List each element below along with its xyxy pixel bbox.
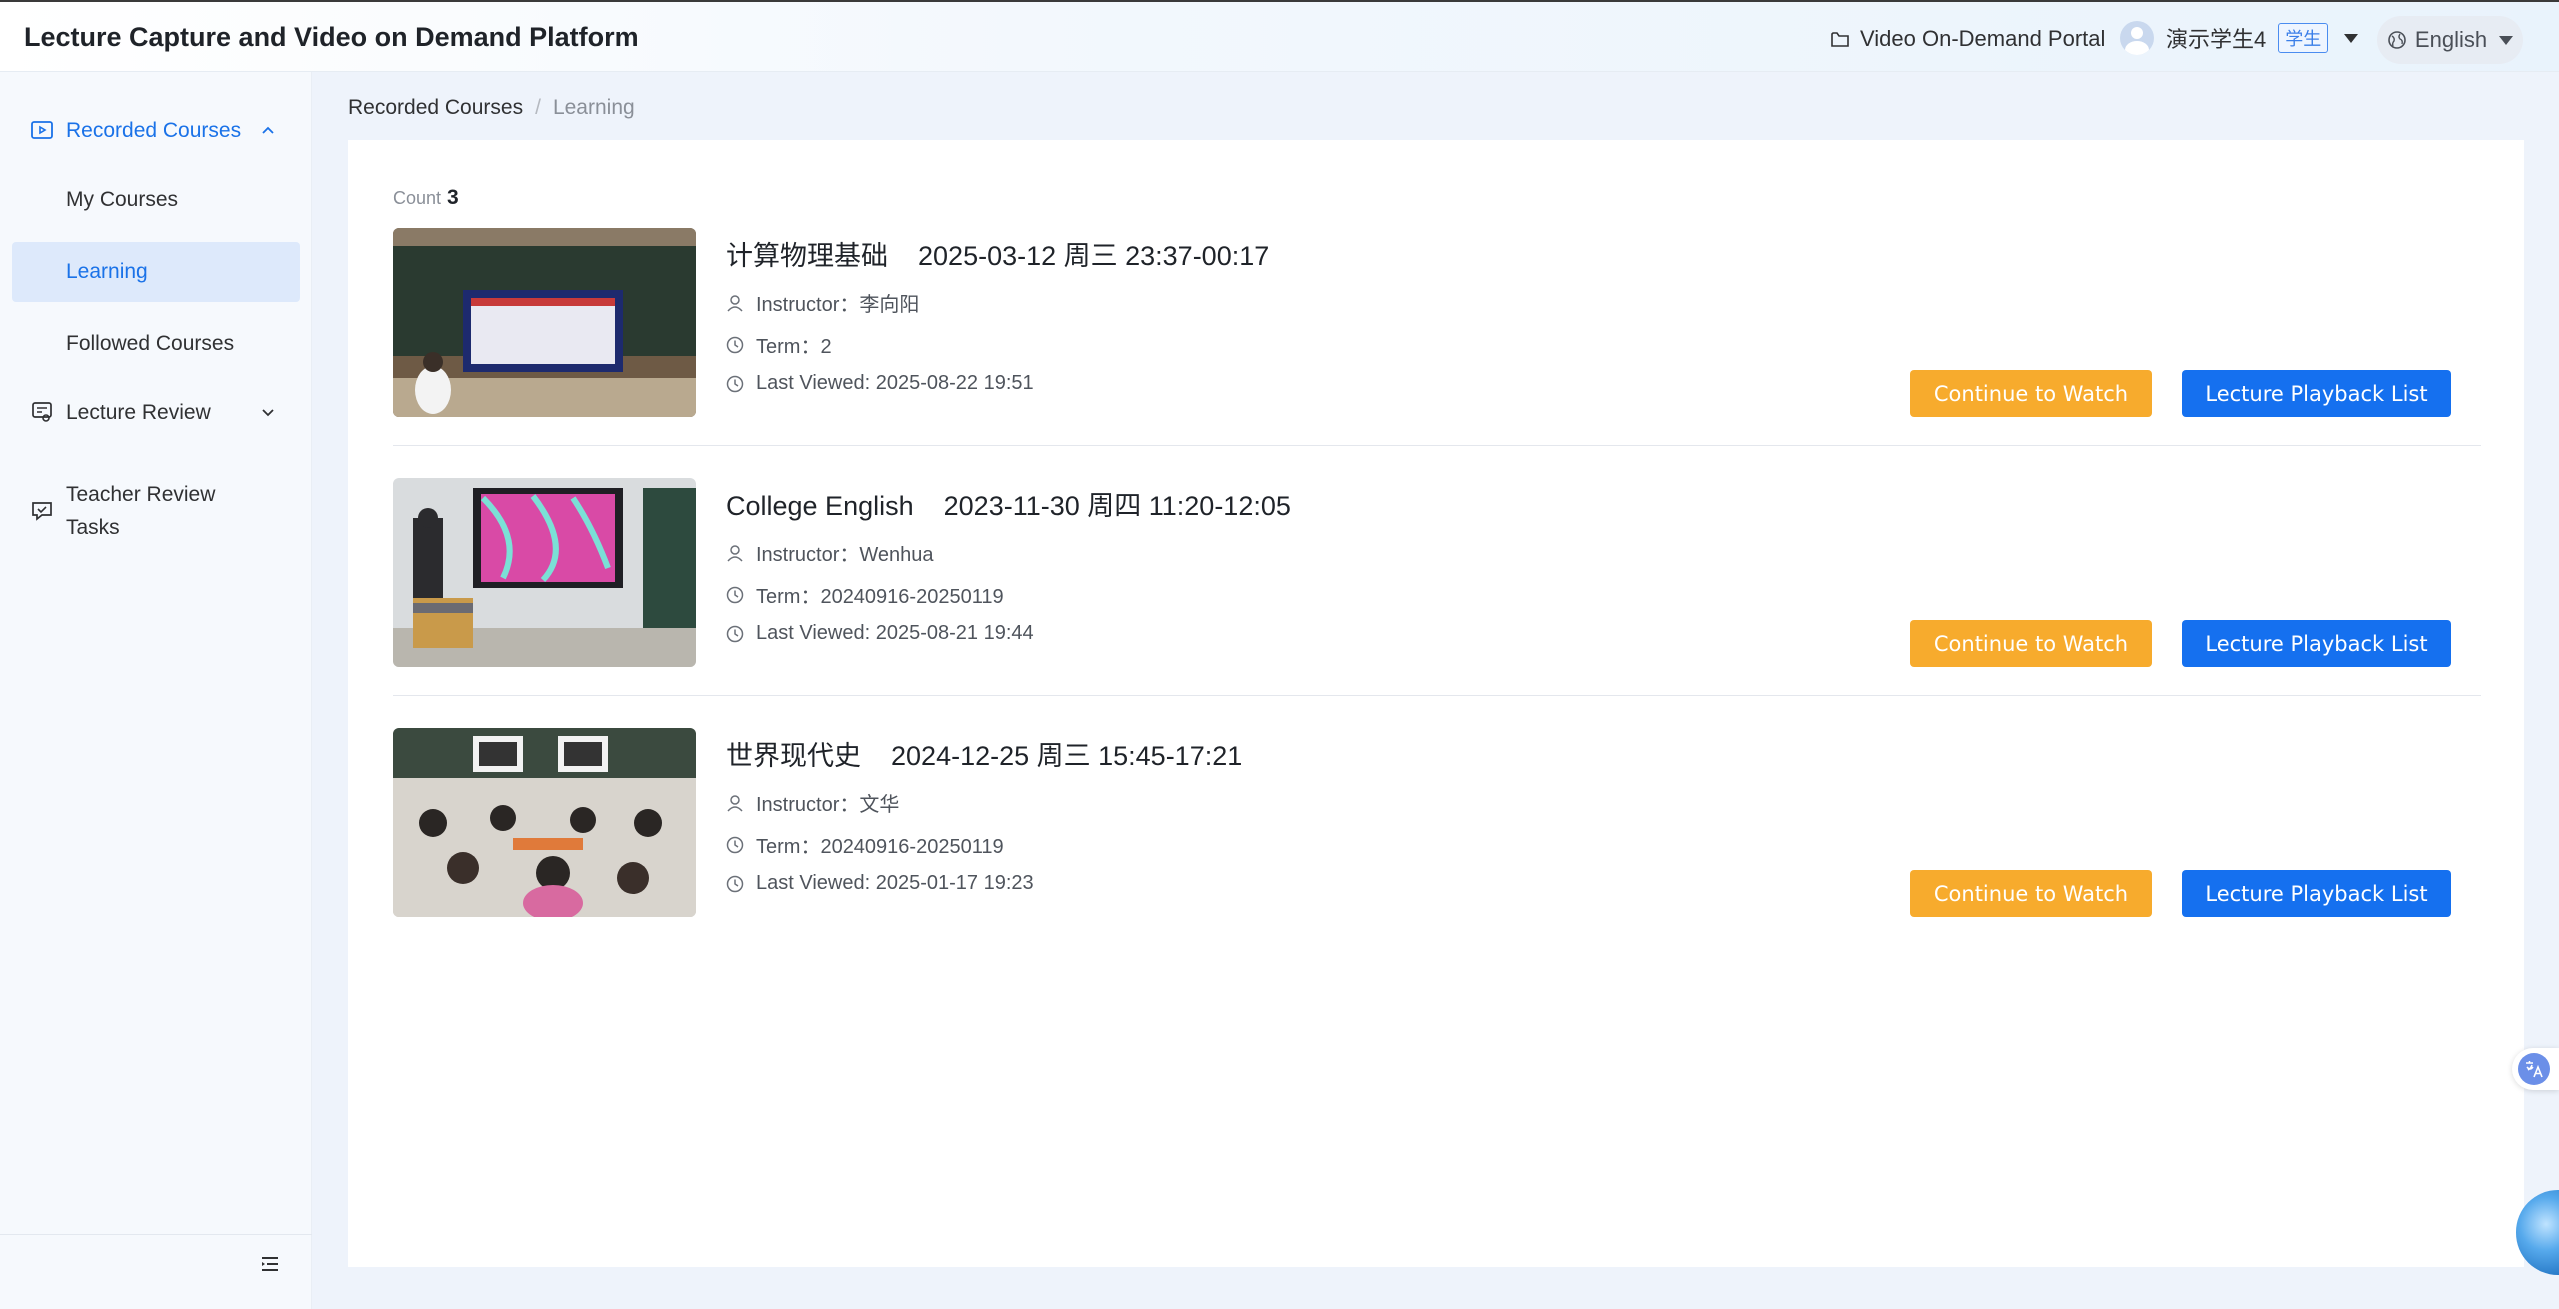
- breadcrumb-separator: /: [535, 96, 541, 119]
- course-last-viewed: Last Viewed: 2025-08-21 19:44: [726, 622, 1034, 645]
- course-thumbnail[interactable]: [393, 228, 696, 417]
- breadcrumb-root[interactable]: Recorded Courses: [348, 96, 523, 120]
- sidebar-group-lecture-review[interactable]: Lecture Review: [0, 382, 312, 442]
- sidebar-item-followed-courses[interactable]: Followed Courses: [12, 314, 300, 374]
- instructor-text: Instructor：Wenhua: [756, 544, 934, 566]
- sidebar-group-recorded-courses[interactable]: Recorded Courses: [0, 100, 312, 160]
- sidebar-item-label: Learning: [66, 260, 148, 283]
- menu-collapse-icon[interactable]: [258, 1252, 282, 1276]
- term-text: Term：20240916-20250119: [756, 836, 1004, 858]
- sidebar-group-label: Recorded Courses: [66, 118, 242, 142]
- term-text: Term：2: [756, 336, 832, 358]
- course-last-viewed: Last Viewed: 2025-08-22 19:51: [726, 372, 1034, 395]
- globe-icon: [2388, 31, 2406, 49]
- clock-icon: [726, 875, 744, 892]
- top-header: Lecture Capture and Video on Demand Plat…: [0, 0, 2559, 72]
- clock-icon: [726, 625, 744, 642]
- course-instructor: Instructor：李向阳: [726, 288, 919, 317]
- user-icon: [727, 794, 743, 812]
- term-text: Term：20240916-20250119: [756, 586, 1004, 608]
- course-instructor: Instructor：文华: [726, 788, 899, 817]
- chevron-up-icon: [262, 126, 274, 134]
- sidebar-item-learning[interactable]: Learning: [12, 242, 300, 302]
- course-count: Count 3: [393, 186, 459, 210]
- sidebar-item-label: My Courses: [66, 188, 179, 211]
- sidebar-group-label: Lecture Review: [66, 400, 211, 424]
- lecture-playback-list-button[interactable]: Lecture Playback List: [2182, 870, 2451, 917]
- course-thumbnail[interactable]: [393, 728, 696, 917]
- course-name: College English: [726, 491, 914, 521]
- clock-icon: [726, 336, 744, 353]
- course-datetime: 2024-12-25 周三 15:45-17:21: [891, 741, 1243, 771]
- course-last-viewed: Last Viewed: 2025-01-17 19:23: [726, 872, 1034, 895]
- clock-icon: [726, 586, 744, 603]
- user-icon: [727, 294, 743, 312]
- continue-watch-button[interactable]: Continue to Watch: [1910, 620, 2152, 667]
- video-icon: [31, 121, 53, 139]
- user-menu[interactable]: 演示学生4 学生: [2120, 20, 2359, 56]
- course-datetime: 2025-03-12 周三 23:37-00:17: [918, 241, 1270, 271]
- language-selector[interactable]: English: [2377, 16, 2523, 64]
- clock-icon: [726, 375, 744, 392]
- course-datetime: 2023-11-30 周四 11:20-12:05: [943, 491, 1291, 521]
- task-chat-icon: [32, 502, 52, 521]
- instructor-text: Instructor：李向阳: [756, 294, 920, 316]
- course-title[interactable]: College English 2023-11-30 周四 11:20-12:0…: [726, 484, 1291, 523]
- translate-widget[interactable]: [2512, 1048, 2559, 1090]
- sidebar-divider: [0, 1234, 312, 1235]
- instructor-text: Instructor：文华: [756, 794, 900, 816]
- lecture-playback-list-button[interactable]: Lecture Playback List: [2182, 370, 2451, 417]
- last-viewed-text: Last Viewed: 2025-08-22 19:51: [756, 372, 1034, 394]
- role-badge: 学生: [2278, 23, 2329, 53]
- sidebar-group-teacher-review-tasks[interactable]: Teacher Review Tasks: [0, 476, 312, 546]
- course-title[interactable]: 世界现代史 2024-12-25 周三 15:45-17:21: [726, 734, 1242, 773]
- course-list-panel: Count 3 计算物理基础 2025-03-12 周三 23:37-00:17…: [348, 140, 2524, 1267]
- count-label: Count: [393, 188, 442, 208]
- caret-down-icon: [2344, 33, 2359, 43]
- course-instructor: Instructor：Wenhua: [726, 538, 934, 567]
- lecture-playback-list-button[interactable]: Lecture Playback List: [2182, 620, 2451, 667]
- course-row: 世界现代史 2024-12-25 周三 15:45-17:21 Instruct…: [393, 728, 2481, 918]
- count-value: 3: [447, 186, 459, 209]
- user-name: 演示学生4: [2166, 27, 2267, 52]
- sidebar-item-label: Followed Courses: [66, 332, 235, 355]
- avatar: [2120, 21, 2154, 55]
- continue-watch-button[interactable]: Continue to Watch: [1910, 370, 2152, 417]
- clock-icon: [726, 836, 744, 853]
- last-viewed-text: Last Viewed: 2025-01-17 19:23: [756, 872, 1034, 894]
- sidebar: Recorded Courses My Courses Learning Fol…: [0, 72, 312, 1309]
- folder-icon: [1831, 32, 1849, 47]
- course-term: Term：20240916-20250119: [726, 580, 1004, 609]
- video-portal-link[interactable]: Video On-Demand Portal: [1830, 25, 2105, 53]
- review-icon: [32, 402, 52, 422]
- app-title: Lecture Capture and Video on Demand Plat…: [24, 22, 639, 52]
- course-term: Term：2: [726, 330, 832, 359]
- language-label: English: [2414, 27, 2488, 52]
- course-term: Term：20240916-20250119: [726, 830, 1004, 859]
- user-icon: [727, 544, 743, 562]
- course-row: College English 2023-11-30 周四 11:20-12:0…: [393, 478, 2481, 696]
- last-viewed-text: Last Viewed: 2025-08-21 19:44: [756, 622, 1034, 644]
- chevron-down-icon: [262, 409, 274, 417]
- translate-icon: [2518, 1053, 2550, 1085]
- course-name: 世界现代史: [726, 741, 861, 771]
- breadcrumb-current: Learning: [552, 96, 635, 119]
- sidebar-group-label: Teacher Review Tasks: [66, 483, 216, 539]
- continue-watch-button[interactable]: Continue to Watch: [1910, 870, 2152, 917]
- portal-label: Video On-Demand Portal: [1860, 26, 2106, 51]
- course-title[interactable]: 计算物理基础 2025-03-12 周三 23:37-00:17: [726, 234, 1269, 273]
- caret-down-icon: [2499, 35, 2514, 45]
- course-thumbnail[interactable]: [393, 478, 696, 667]
- sidebar-item-my-courses[interactable]: My Courses: [12, 170, 300, 230]
- course-name: 计算物理基础: [726, 241, 888, 271]
- course-row: 计算物理基础 2025-03-12 周三 23:37-00:17 Instruc…: [393, 228, 2481, 446]
- breadcrumb: Recorded Courses / Learning: [348, 96, 635, 120]
